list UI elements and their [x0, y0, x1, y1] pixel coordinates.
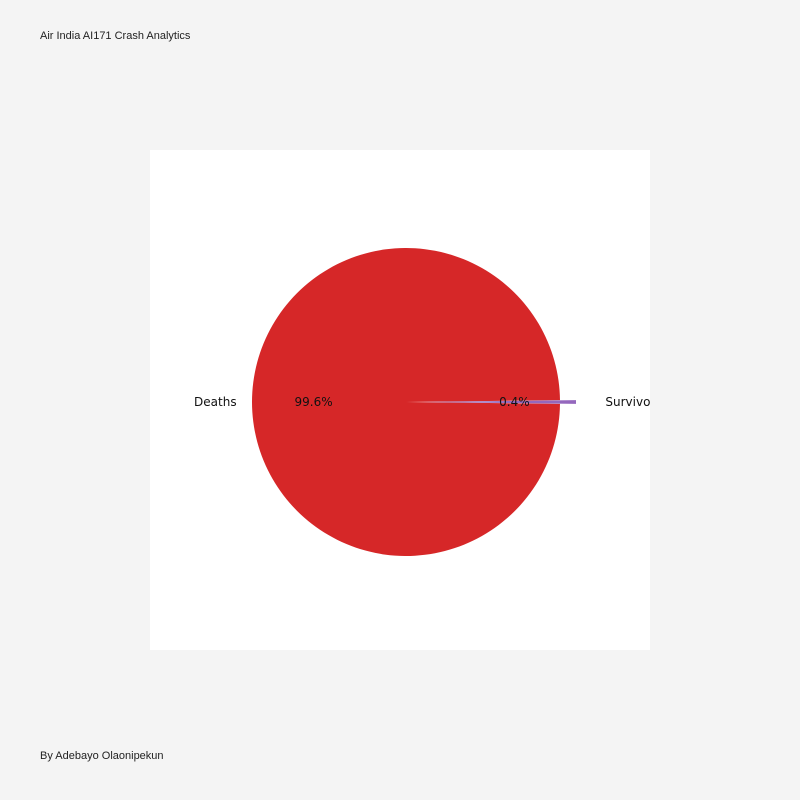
footer-credit: By Adebayo Olaonipekun — [40, 750, 164, 762]
page-title: Air India AI171 Crash Analytics — [40, 30, 191, 42]
chart-panel: Deaths 99.6% Survivors 0.4% — [150, 150, 650, 650]
category-label-deaths: Deaths — [194, 395, 237, 409]
pie-chart: Deaths 99.6% Survivors 0.4% — [194, 248, 650, 557]
category-label-survivors: Survivors — [605, 395, 650, 409]
percent-label-deaths: 99.6% — [295, 395, 333, 409]
percent-label-survivors: 0.4% — [499, 395, 530, 409]
